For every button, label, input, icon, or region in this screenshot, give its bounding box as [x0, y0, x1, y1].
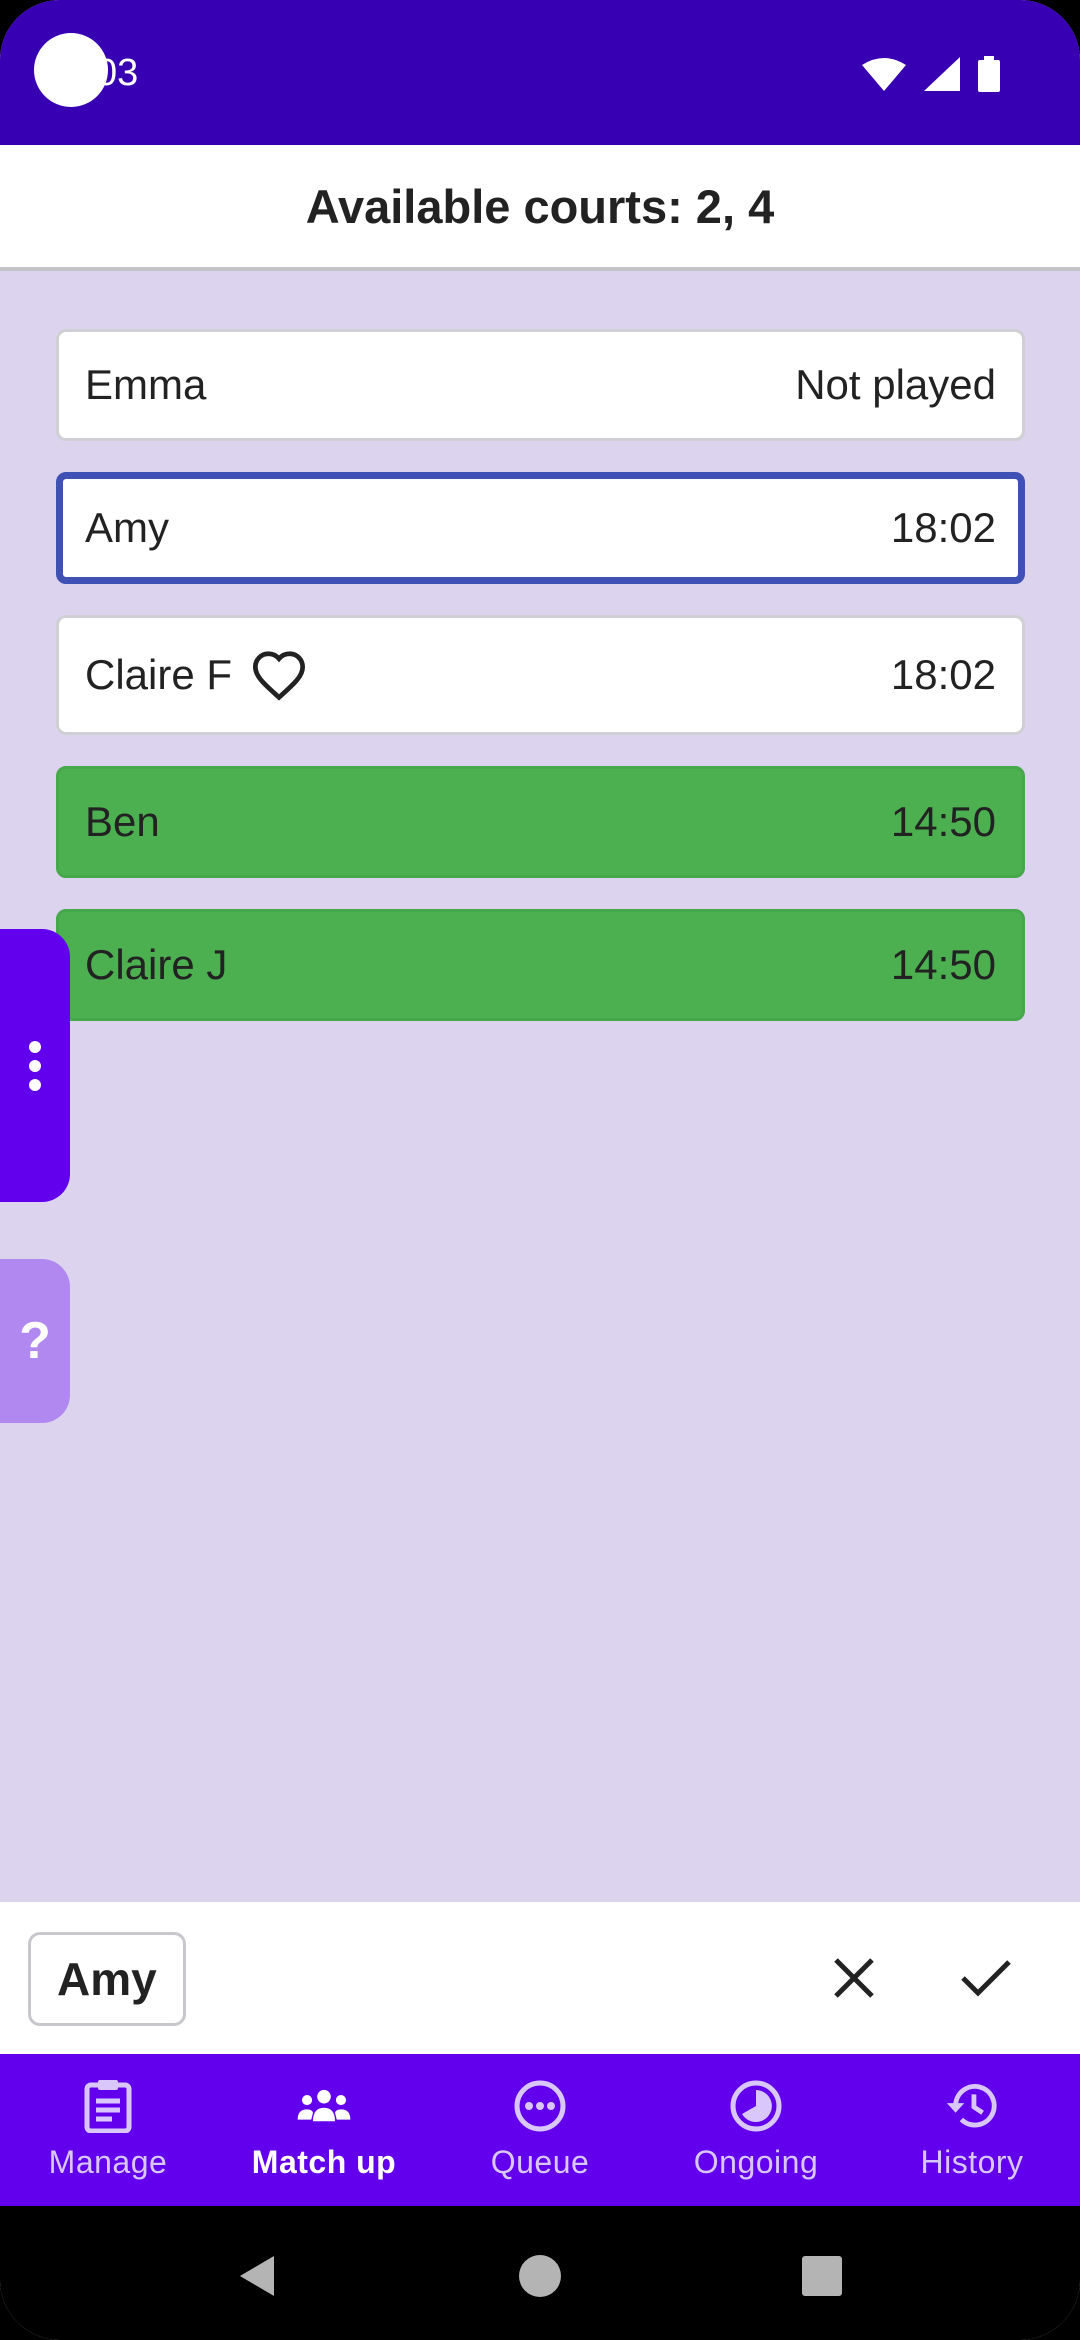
- available-courts-title: Available courts: 2, 4: [305, 179, 775, 233]
- people-icon: [296, 2078, 352, 2134]
- nav-manage[interactable]: Manage: [0, 2054, 216, 2206]
- selection-bar: Amy: [0, 1902, 1080, 2054]
- system-navigation-bar: [0, 2206, 1080, 2340]
- player-name: Amy: [85, 504, 169, 552]
- bottom-navigation: Manage Match up Queue Ongoing History: [0, 2054, 1080, 2206]
- more-circle-icon: [512, 2078, 568, 2134]
- nav-label: Ongoing: [693, 2144, 819, 2180]
- player-row-emma[interactable]: Emma Not played: [56, 329, 1025, 441]
- nav-label: Manage: [48, 2144, 168, 2180]
- recents-icon[interactable]: [798, 2252, 846, 2300]
- check-icon: [961, 1960, 1011, 1997]
- player-name: Claire F: [85, 649, 308, 701]
- clipboard-icon: [80, 2078, 136, 2134]
- player-last-played: 18:02: [890, 651, 996, 698]
- signal-icon: [924, 57, 960, 91]
- help-tab[interactable]: ?: [0, 1259, 70, 1423]
- history-icon: [944, 2078, 1000, 2134]
- heart-icon: [253, 651, 306, 701]
- pie-timer-icon: [728, 2078, 784, 2134]
- player-row-amy[interactable]: Amy 18:02: [56, 472, 1025, 584]
- confirm-button[interactable]: [950, 1942, 1022, 2014]
- player-last-played: 14:50: [890, 941, 996, 988]
- player-last-played: Not played: [795, 361, 996, 408]
- nav-match-up[interactable]: Match up: [216, 2054, 432, 2206]
- nav-history[interactable]: History: [864, 2054, 1080, 2206]
- help-icon: ?: [19, 1312, 51, 1370]
- status-icons: [862, 56, 1000, 92]
- player-name: Emma: [85, 361, 206, 409]
- selected-player-chip[interactable]: Amy: [28, 1932, 186, 2026]
- player-row-claire-j[interactable]: Claire J 14:50: [56, 909, 1025, 1021]
- close-icon: [834, 1958, 874, 1998]
- side-menu-tab[interactable]: [0, 929, 70, 1202]
- player-last-played: 14:50: [890, 798, 996, 845]
- player-name-text: Claire J: [85, 941, 228, 988]
- nav-ongoing[interactable]: Ongoing: [648, 2054, 864, 2206]
- courts-header: Available courts: 2, 4: [0, 145, 1080, 271]
- player-name-text: Claire F: [85, 651, 233, 698]
- player-name: Claire J: [85, 941, 227, 989]
- back-icon[interactable]: [234, 2252, 282, 2300]
- more-vert-icon: [29, 1040, 41, 1091]
- nav-label: History: [920, 2144, 1024, 2180]
- home-icon[interactable]: [516, 2252, 564, 2300]
- wifi-icon: [862, 58, 906, 91]
- player-name-text: Ben: [85, 798, 160, 845]
- nav-label: Match up: [251, 2144, 397, 2180]
- player-last-played: 18:02: [890, 504, 996, 551]
- app-screen: 03 Available courts: 2, 4 Emma Not playe…: [0, 0, 1080, 2340]
- nav-queue[interactable]: Queue: [432, 2054, 648, 2206]
- nav-label: Queue: [490, 2144, 590, 2180]
- player-name-text: Emma: [85, 361, 207, 408]
- selected-player-label: Amy: [57, 1953, 157, 2005]
- player-row-claire-f[interactable]: Claire F 18:02: [56, 615, 1025, 735]
- player-name: Ben: [85, 798, 160, 846]
- player-list: Emma Not played Amy 18:02 Claire F 18:02…: [56, 329, 1025, 1052]
- status-bar: 03: [0, 0, 1080, 145]
- player-name-text: Amy: [85, 504, 169, 551]
- player-row-ben[interactable]: Ben 14:50: [56, 766, 1025, 878]
- battery-icon: [978, 56, 1000, 92]
- camera-cutout: [34, 33, 108, 107]
- cancel-button[interactable]: [818, 1942, 890, 2014]
